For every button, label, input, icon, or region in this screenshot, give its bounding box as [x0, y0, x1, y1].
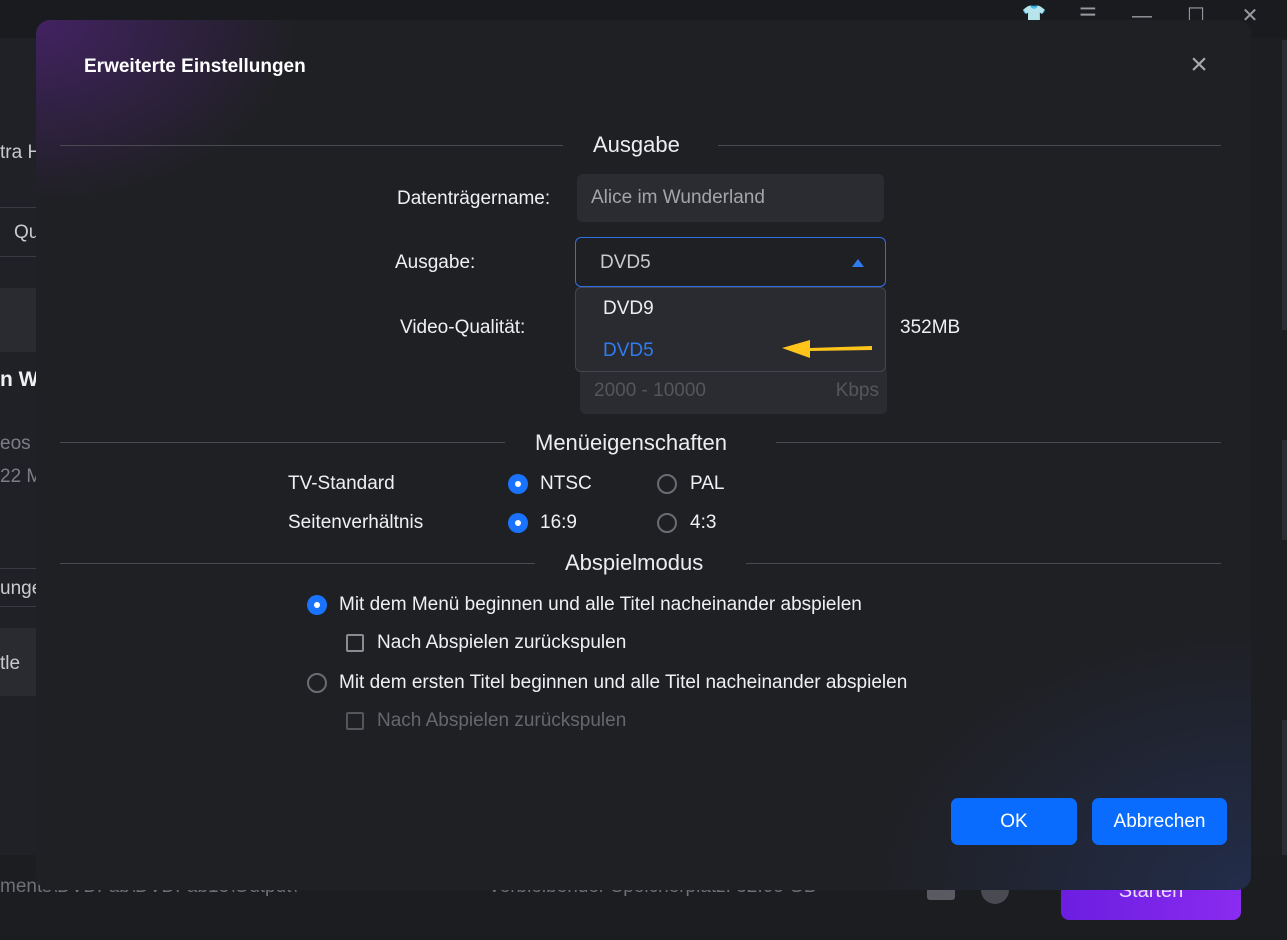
bg-scroll-strip: [1282, 720, 1287, 860]
video-quality-label: Video-Qualität:: [400, 317, 526, 338]
rewind-1-label: Nach Abspielen zurückspulen: [377, 632, 627, 653]
tv-standard-label: TV-Standard: [288, 473, 395, 494]
bg-fragment-videos: eos: [0, 433, 31, 454]
bg-divider: [0, 568, 36, 569]
dialog-title: Erweiterte Einstellungen: [84, 56, 306, 77]
play-title-first-label: Mit dem ersten Titel beginnen und alle T…: [339, 672, 908, 693]
arrow-annotation-icon: [782, 340, 872, 358]
bg-divider: [0, 207, 36, 208]
bg-fragment-settings: unge: [0, 578, 36, 599]
section-divider: [746, 563, 1221, 564]
bg-fragment-title: tra H: [0, 142, 36, 163]
bg-fragment-size: 22 M: [0, 466, 36, 487]
bg-toolbar-block: [0, 288, 36, 352]
volume-name-label: Datenträgername:: [397, 188, 551, 209]
output-option-dvd9[interactable]: DVD9: [603, 298, 654, 320]
section-divider: [60, 442, 505, 443]
radio-ntsc[interactable]: [508, 474, 528, 494]
bg-fragment-movie-title: n W: [0, 368, 36, 391]
bg-fragment-source: Qu: [14, 222, 36, 243]
section-divider: [776, 442, 1221, 443]
bitrate-input[interactable]: 2000 - 10000 Kbps: [580, 365, 887, 414]
play-menu-first-label: Mit dem Menü beginnen und alle Titel nac…: [339, 594, 862, 615]
radio-16-9[interactable]: [508, 513, 528, 533]
rewind-2-label: Nach Abspielen zurückspulen: [377, 710, 627, 731]
radio-16-9-label: 16:9: [540, 512, 577, 533]
section-title-play: Abspielmodus: [565, 550, 704, 575]
bg-fragment-subtitle: tle: [0, 653, 21, 674]
bg-scroll-strip: [1282, 440, 1287, 540]
checkbox-rewind-2[interactable]: [346, 712, 364, 730]
section-divider: [60, 563, 535, 564]
cancel-button[interactable]: Abbrechen: [1092, 798, 1227, 845]
section-title-menu: Menüeigenschaften: [535, 430, 728, 455]
bg-divider: [0, 256, 36, 257]
section-divider: [60, 145, 563, 146]
video-size-value: 352MB: [900, 317, 961, 338]
section-title-output: Ausgabe: [593, 132, 680, 157]
bitrate-placeholder: 2000 - 10000: [594, 380, 706, 401]
output-select-value: DVD5: [600, 252, 651, 273]
output-option-dvd5[interactable]: DVD5: [603, 340, 654, 362]
checkbox-rewind-1[interactable]: [346, 634, 364, 652]
output-label: Ausgabe:: [395, 252, 476, 273]
radio-play-menu-first[interactable]: [307, 595, 327, 615]
radio-4-3-label: 4:3: [690, 512, 717, 533]
bitrate-unit: Kbps: [835, 380, 879, 401]
caret-up-icon: [852, 259, 864, 267]
ok-button[interactable]: OK: [951, 798, 1077, 845]
bg-divider: [0, 606, 36, 607]
dialog-close-icon[interactable]: ×: [1184, 50, 1214, 80]
radio-ntsc-label: NTSC: [540, 473, 592, 494]
radio-4-3[interactable]: [657, 513, 677, 533]
advanced-settings-dialog: Erweiterte Einstellungen × Ausgabe Daten…: [36, 20, 1251, 890]
output-select[interactable]: DVD5: [575, 237, 886, 287]
radio-pal[interactable]: [657, 474, 677, 494]
radio-pal-label: PAL: [690, 473, 725, 494]
volume-name-input[interactable]: [577, 174, 884, 222]
section-divider: [718, 145, 1221, 146]
radio-play-title-first[interactable]: [307, 673, 327, 693]
bg-scroll-strip: [1282, 40, 1287, 330]
app-left-panel: [0, 38, 36, 938]
aspect-ratio-label: Seitenverhältnis: [288, 512, 424, 533]
